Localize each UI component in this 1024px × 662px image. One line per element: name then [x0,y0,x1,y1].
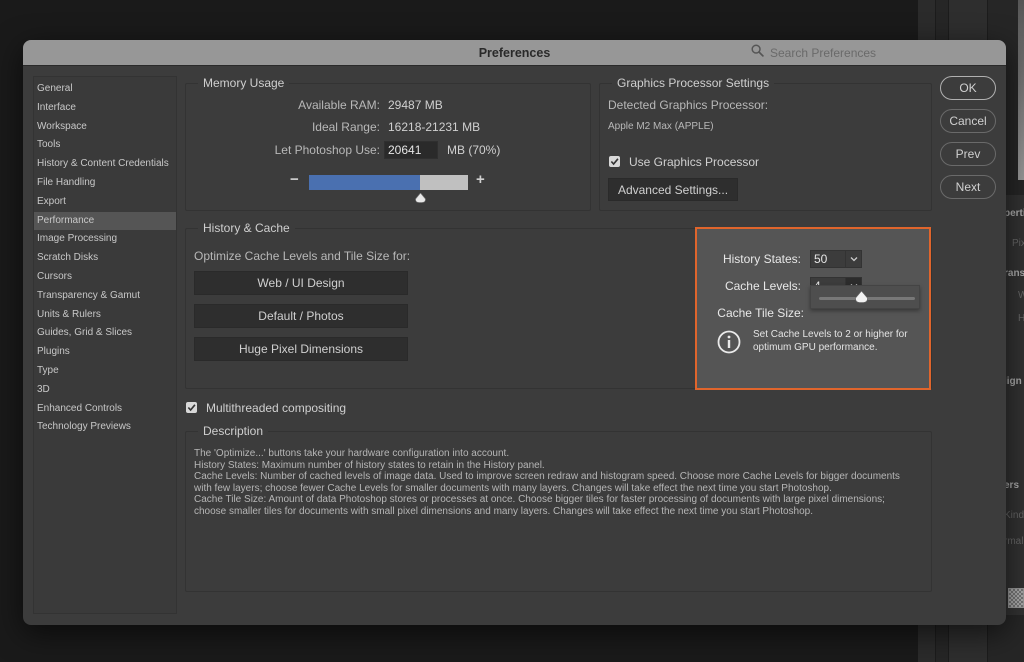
sidebar-item-performance[interactable]: Performance [34,211,176,231]
history-cache-title: History & Cache [198,221,295,235]
detected-gpu-value: Apple M2 Max (APPLE) [608,121,714,132]
info-icon [717,330,741,354]
ideal-range-value: 16218-21231 MB [388,120,481,134]
photoshop-use-suffix: MB (70%) [447,143,501,157]
sidebar-item-history-content-credentials[interactable]: History & Content Credentials [34,155,176,174]
available-ram-label: Available RAM: [298,98,380,112]
background-label: perti [1004,208,1024,219]
checkmark-icon [187,404,196,412]
description-line: The 'Optimize...' buttons take your hard… [194,448,510,459]
decrease-memory-button[interactable]: − [290,171,299,188]
description-line: Cache Tile Size: Amount of data Photosho… [194,494,885,506]
background-label: ransf [1004,268,1024,279]
multithreaded-compositing-checkbox[interactable] [186,402,197,413]
ideal-range-label: Ideal Range: [311,120,380,134]
dialog-titlebar: Preferences [23,40,1006,66]
advanced-settings-button[interactable]: Advanced Settings... [608,178,738,201]
background-label: H [1018,313,1024,324]
detected-gpu-label: Detected Graphics Processor: [608,98,769,112]
sidebar-item-cursors[interactable]: Cursors [34,268,176,287]
description-text: The 'Optimize...' buttons take your hard… [194,448,923,518]
cache-tile-size-slider-popup [810,285,920,309]
increase-memory-button[interactable]: + [476,171,485,188]
chevron-down-icon[interactable] [846,250,862,268]
sidebar-item-file-handling[interactable]: File Handling [34,174,176,193]
sidebar-item-3d[interactable]: 3D [34,381,176,400]
background-label: Pix [1012,238,1024,249]
history-states-dropdown[interactable]: 50 [810,250,862,268]
background-canvas-preview [1018,0,1024,180]
sidebar-item-units-rulers[interactable]: Units & Rulers [34,306,176,325]
memory-slider[interactable] [309,175,468,190]
preset-default-photos-button[interactable]: Default / Photos [194,304,408,328]
gpu-settings-group: Graphics Processor Settings Detected Gra… [599,76,932,211]
checkmark-icon [610,158,619,166]
description-group: Description The 'Optimize...' buttons ta… [185,424,932,592]
cache-settings-highlight: History States: 50 Cache Levels: 4 Cache… [695,227,931,390]
memory-slider-fill [309,175,421,190]
use-gpu-label: Use Graphics Processor [629,155,760,169]
sidebar-item-interface[interactable]: Interface [34,99,176,118]
background-label: Kind [1004,510,1024,521]
preset-huge-pixel-dimensions-button[interactable]: Huge Pixel Dimensions [194,337,408,361]
memory-usage-title: Memory Usage [198,76,290,90]
sidebar-item-guides-grid-slices[interactable]: Guides, Grid & Slices [34,324,176,343]
sidebar-item-export[interactable]: Export [34,193,176,212]
background-label: ers [1004,480,1020,491]
sidebar-item-workspace[interactable]: Workspace [34,118,176,137]
sidebar-item-transparency-gamut[interactable]: Transparency & Gamut [34,287,176,306]
cache-levels-label: Cache Levels: [724,279,801,293]
search-input[interactable] [770,46,940,60]
search-icon [751,44,764,62]
gpu-performance-tip: Set Cache Levels to 2 or higher for opti… [753,329,908,353]
cancel-button[interactable]: Cancel [940,109,996,133]
photoshop-use-label: Let Photoshop Use: [274,143,380,157]
sidebar-item-type[interactable]: Type [34,362,176,381]
description-line: Cache Levels: Number of cached levels of… [194,471,900,483]
history-states-label: History States: [722,252,801,266]
history-states-value[interactable]: 50 [810,250,846,268]
background-label: rmal [1004,536,1024,547]
description-line: with few layers; choose fewer Cache Leve… [194,482,832,494]
gpu-settings-title: Graphics Processor Settings [612,76,775,90]
search-preferences[interactable] [745,43,950,63]
use-gpu-checkbox[interactable] [609,156,620,167]
preferences-dialog: Preferences General Interface Workspace … [23,40,1006,625]
prev-button[interactable]: Prev [940,142,996,166]
sidebar-item-tools[interactable]: Tools [34,136,176,155]
sidebar-item-enhanced-controls[interactable]: Enhanced Controls [34,400,176,419]
preset-web-ui-design-button[interactable]: Web / UI Design [194,271,408,295]
sidebar-item-scratch-disks[interactable]: Scratch Disks [34,249,176,268]
cache-tile-size-label: Cache Tile Size: [717,306,804,320]
background-label: W [1018,290,1024,301]
preferences-sidebar: General Interface Workspace Tools Histor… [33,76,177,614]
multithreaded-compositing-label: Multithreaded compositing [206,401,347,415]
background-label: lign [1004,376,1022,387]
next-button[interactable]: Next [940,175,996,199]
cache-tile-size-thumb[interactable] [854,290,868,303]
available-ram-value: 29487 MB [388,98,443,112]
memory-usage-group: Memory Usage Available RAM: 29487 MB Ide… [185,76,591,211]
background-swatch [1008,588,1024,608]
sidebar-item-technology-previews[interactable]: Technology Previews [34,418,176,437]
optimize-label: Optimize Cache Levels and Tile Size for: [194,249,411,263]
sidebar-item-plugins[interactable]: Plugins [34,343,176,362]
memory-slider-thumb[interactable] [414,190,426,203]
description-title: Description [198,424,269,438]
description-line: choose smaller tiles for documents with … [194,505,813,517]
ok-button[interactable]: OK [940,76,996,100]
sidebar-item-image-processing[interactable]: Image Processing [34,230,176,249]
description-line: History States: Maximum number of histor… [194,459,545,471]
photoshop-use-input[interactable] [384,141,438,159]
sidebar-item-general[interactable]: General [34,80,176,99]
